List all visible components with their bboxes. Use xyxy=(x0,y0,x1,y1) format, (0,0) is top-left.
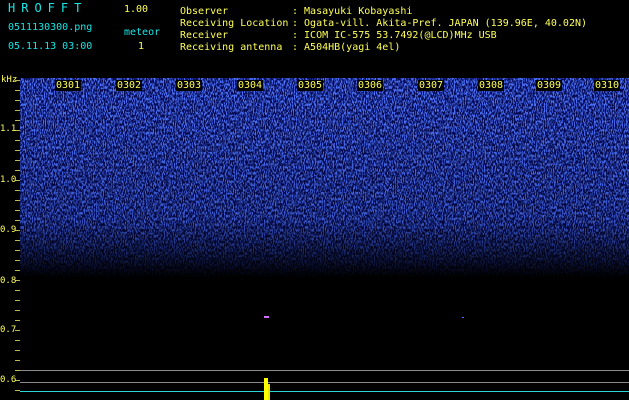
spectrogram-noise xyxy=(20,78,629,278)
y-tick-label-3: 0.9 xyxy=(0,225,17,235)
y-axis-tick-mark xyxy=(15,360,20,361)
y-axis-tick-mark xyxy=(15,150,20,151)
y-axis-tick-mark xyxy=(15,210,20,211)
y-axis-tick-mark xyxy=(15,120,20,121)
x-tick-label-0304: 0304 xyxy=(237,80,264,91)
app-version: 1.00 xyxy=(124,4,149,15)
reference-line-lower xyxy=(20,391,629,392)
x-tick-label-0307: 0307 xyxy=(418,80,445,91)
y-axis-tick-mark xyxy=(15,140,20,141)
x-tick-label-0303: 0303 xyxy=(176,80,203,91)
antenna-label: Receiving antenna xyxy=(180,42,283,53)
y-axis-tick-mark xyxy=(15,320,20,321)
observation-datetime: 05.11.13 03:00 xyxy=(8,41,93,52)
location-value: : Ogata-vill. Akita-Pref. JAPAN (139.96E… xyxy=(292,18,588,29)
x-tick-label-0310: 0310 xyxy=(594,80,621,91)
y-axis-tick-mark xyxy=(15,310,20,311)
meteor-count: 1 xyxy=(138,41,145,52)
meteor-echo-small xyxy=(264,316,269,318)
y-axis-tick-mark xyxy=(15,250,20,251)
reference-line-upper xyxy=(20,370,629,371)
y-axis-tick-mark xyxy=(15,160,20,161)
noise-dot xyxy=(462,317,464,318)
y-tick-label-5: 0.7 xyxy=(0,325,17,335)
y-axis-tick-mark xyxy=(15,260,20,261)
x-tick-label-0306: 0306 xyxy=(357,80,384,91)
meteor-label: meteor xyxy=(124,27,161,38)
y-tick-label-2: 1.0 xyxy=(0,175,17,185)
receiver-value: : ICOM IC-575 53.7492(@LCD)MHz USB xyxy=(292,30,497,41)
x-tick-label-0309: 0309 xyxy=(536,80,563,91)
y-axis-tick-mark xyxy=(15,200,20,201)
y-axis-tick-mark xyxy=(15,90,20,91)
y-tick-label-1: 1.1 xyxy=(0,124,17,134)
x-tick-label-0308: 0308 xyxy=(478,80,505,91)
y-axis-tick-mark xyxy=(15,190,20,191)
y-axis-tick-mark xyxy=(15,170,20,171)
antenna-value: : A504HB(yagi 4el) xyxy=(292,42,401,53)
y-axis-tick-mark xyxy=(15,110,20,111)
meteor-echo-tail xyxy=(268,384,270,400)
y-axis-tick-mark xyxy=(15,340,20,341)
x-tick-label-0305: 0305 xyxy=(297,80,324,91)
y-axis-tick-mark xyxy=(15,220,20,221)
y-axis-tick-mark xyxy=(15,300,20,301)
receiver-label: Receiver xyxy=(180,30,229,41)
y-axis-tick-mark xyxy=(15,240,20,241)
y-axis-tick-mark xyxy=(15,350,20,351)
reference-line-middle xyxy=(20,382,629,383)
x-tick-label-0301: 0301 xyxy=(55,80,82,91)
location-label: Receiving Location xyxy=(180,18,289,29)
spectrogram-plot xyxy=(20,78,629,400)
y-axis-tick-mark xyxy=(15,100,20,101)
y-axis-tick-mark xyxy=(15,290,20,291)
observer-value: : Masayuki Kobayashi xyxy=(292,6,413,17)
header-panel: HROFFT 1.00 0511130300.png meteor 05.11.… xyxy=(0,0,629,76)
observer-label: Observer xyxy=(180,6,229,17)
y-axis-tick-mark xyxy=(15,80,20,81)
x-tick-label-0302: 0302 xyxy=(116,80,143,91)
app-name: HROFFT xyxy=(8,1,88,15)
image-filename: 0511130300.png xyxy=(8,22,93,33)
y-tick-label-4: 0.8 xyxy=(0,276,17,286)
y-axis-tick-mark xyxy=(15,270,20,271)
y-tick-label-6: 0.6 xyxy=(0,375,17,385)
